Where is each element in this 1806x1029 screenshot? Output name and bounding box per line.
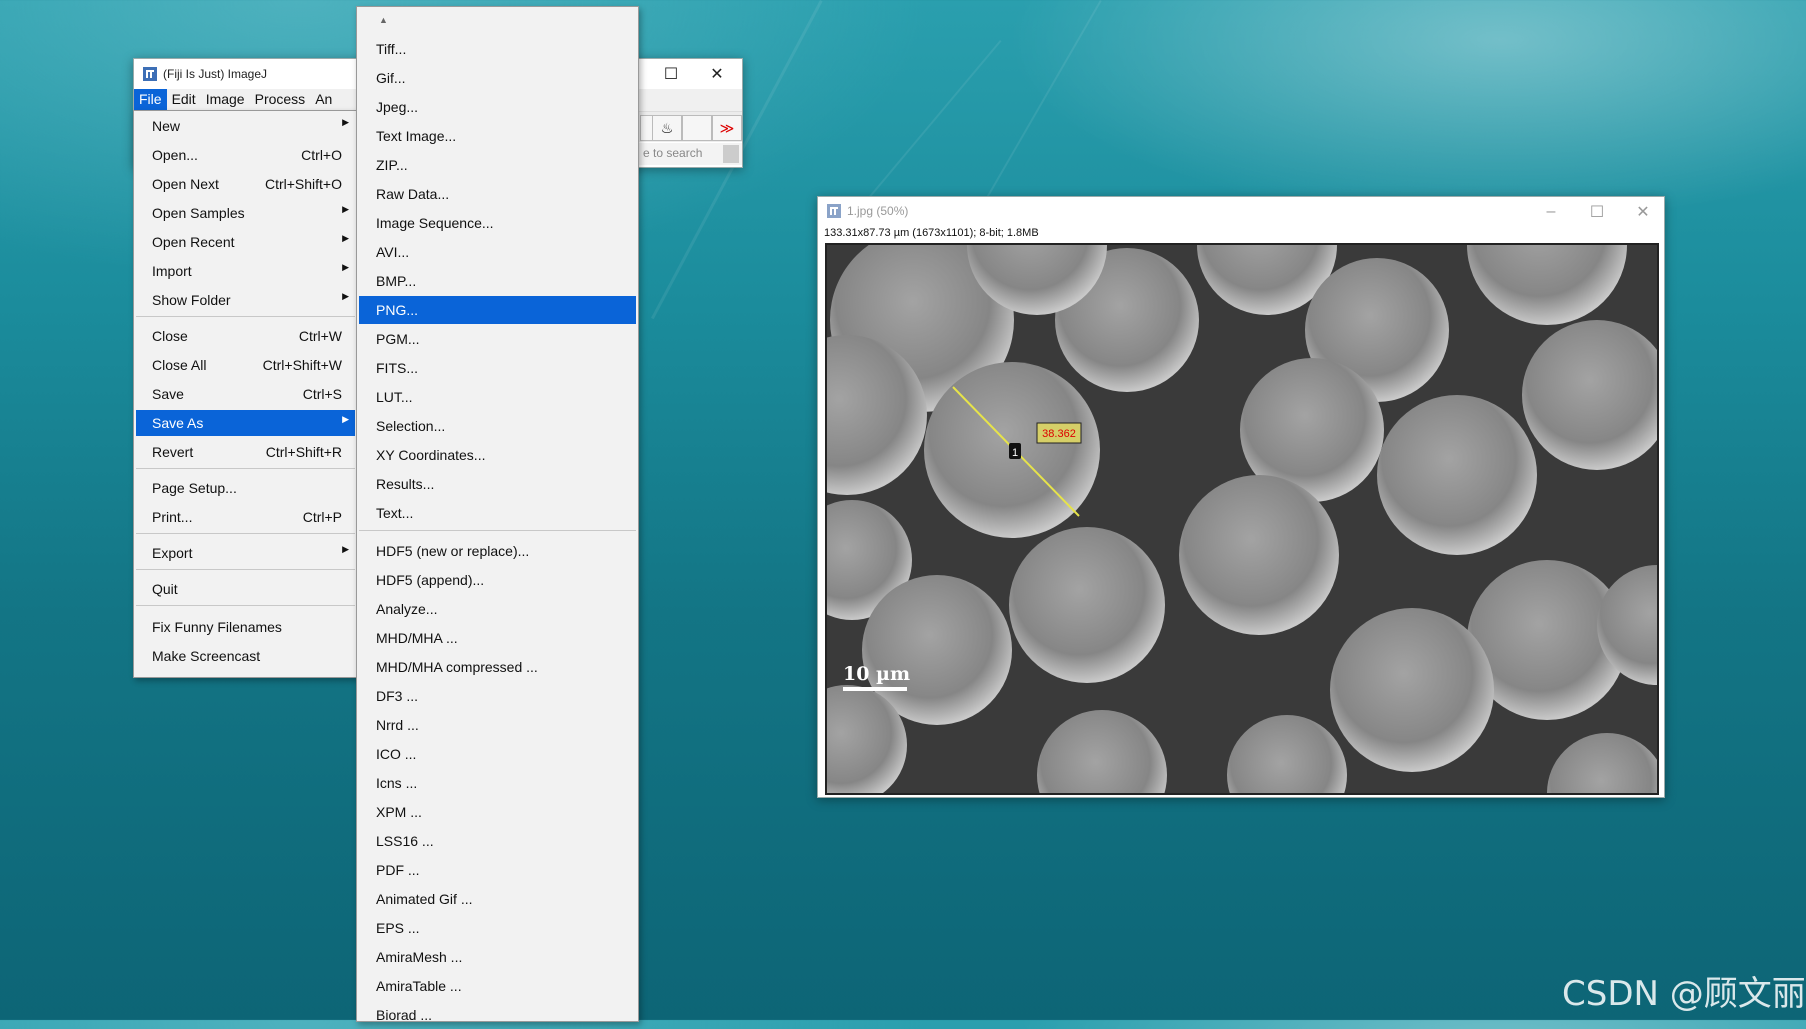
save-as-item[interactable]: Tiff... — [359, 35, 636, 63]
scroll-up-arrow-icon[interactable]: ▲ — [379, 15, 388, 25]
menu-item-save[interactable]: Save Ctrl+S — [136, 381, 355, 407]
menu-separator — [136, 569, 355, 570]
sem-image: 10 µm 1 38.362 — [827, 245, 1657, 793]
menu-separator — [136, 316, 355, 317]
menu-separator — [136, 468, 355, 469]
save-as-item[interactable]: XY Coordinates... — [359, 441, 636, 469]
save-as-item[interactable]: Icns ... — [359, 769, 636, 797]
submenu-arrow-icon: ▶ — [342, 117, 349, 127]
window-title: (Fiji Is Just) ImageJ — [163, 67, 268, 81]
save-as-item[interactable]: Analyze... — [359, 595, 636, 623]
save-as-item[interactable]: EPS ... — [359, 914, 636, 942]
save-as-item[interactable]: Results... — [359, 470, 636, 498]
scale-bar — [843, 687, 907, 691]
submenu-arrow-icon: ▶ — [342, 233, 349, 243]
save-as-item[interactable]: Image Sequence... — [359, 209, 636, 237]
save-as-item[interactable]: Gif... — [359, 64, 636, 92]
menu-edit[interactable]: Edit — [167, 89, 201, 111]
maximize-icon[interactable]: ☐ — [1574, 197, 1620, 227]
save-as-item[interactable]: ICO ... — [359, 740, 636, 768]
menu-item-new[interactable]: New ▶ — [136, 113, 355, 139]
save-as-item[interactable]: PGM... — [359, 325, 636, 353]
menu-item-print[interactable]: Print... Ctrl+P — [136, 504, 355, 530]
image-window-title: 1.jpg (50%) — [847, 204, 909, 218]
menu-item-open-next[interactable]: Open Next Ctrl+Shift+O — [136, 171, 355, 197]
save-as-item[interactable]: XPM ... — [359, 798, 636, 826]
submenu-arrow-icon: ▶ — [342, 544, 349, 554]
save-as-item[interactable]: BMP... — [359, 267, 636, 295]
menu-item-save-as[interactable]: Save As ▶ — [136, 410, 355, 436]
menu-analyze[interactable]: An — [310, 89, 337, 111]
menu-item-close-all[interactable]: Close All Ctrl+Shift+W — [136, 352, 355, 378]
image-info-line: 133.31x87.73 µm (1673x1101); 8-bit; 1.8M… — [824, 227, 1039, 239]
search-input[interactable]: e to search — [643, 146, 702, 160]
save-as-item[interactable]: HDF5 (append)... — [359, 566, 636, 594]
save-as-item[interactable]: Nrrd ... — [359, 711, 636, 739]
menu-item-import[interactable]: Import ▶ — [136, 258, 355, 284]
measurement-value: 38.362 — [1042, 428, 1076, 440]
save-as-item[interactable]: PDF ... — [359, 856, 636, 884]
save-as-item[interactable]: Biorad ... — [359, 1001, 636, 1029]
save-as-item[interactable]: AmiraTable ... — [359, 972, 636, 1000]
more-tools-icon[interactable]: ≫ — [712, 115, 742, 141]
save-as-item[interactable]: Selection... — [359, 412, 636, 440]
menu-process[interactable]: Process — [250, 89, 311, 111]
menu-item-open-recent[interactable]: Open Recent ▶ — [136, 229, 355, 255]
menu-item-show-folder[interactable]: Show Folder ▶ — [136, 287, 355, 313]
close-icon[interactable]: ✕ — [1620, 197, 1666, 227]
submenu-arrow-icon: ▶ — [342, 262, 349, 272]
line-label: 1 — [1012, 447, 1018, 459]
close-icon[interactable]: ✕ — [694, 59, 740, 89]
tool-empty-slot[interactable] — [682, 115, 712, 141]
save-as-item[interactable]: MHD/MHA compressed ... — [359, 653, 636, 681]
fiji-app-icon — [827, 204, 841, 218]
file-menu: New ▶ Open... Ctrl+O Open Next Ctrl+Shift+O… — [133, 110, 358, 678]
menu-item-open-samples[interactable]: Open Samples ▶ — [136, 200, 355, 226]
scale-bar-label: 10 µm — [843, 663, 910, 685]
save-as-item[interactable]: AVI... — [359, 238, 636, 266]
submenu-arrow-icon: ▶ — [342, 414, 349, 424]
save-as-item[interactable]: LSS16 ... — [359, 827, 636, 855]
menu-item-page-setup[interactable]: Page Setup... — [136, 475, 355, 501]
menu-separator — [359, 530, 636, 531]
menu-item-export[interactable]: Export ▶ — [136, 540, 355, 566]
image-canvas[interactable]: 10 µm 1 38.362 — [825, 243, 1659, 795]
save-as-item[interactable]: DF3 ... — [359, 682, 636, 710]
menu-item-revert[interactable]: Revert Ctrl+Shift+R — [136, 439, 355, 465]
menu-item-quit[interactable]: Quit — [136, 576, 355, 602]
save-as-item[interactable]: ZIP... — [359, 151, 636, 179]
submenu-arrow-icon: ▶ — [342, 291, 349, 301]
image-window: 1.jpg (50%) – ☐ ✕ 133.31x87.73 µm (1673x… — [817, 196, 1665, 798]
save-as-item[interactable]: Text Image... — [359, 122, 636, 150]
save-as-item[interactable]: Raw Data... — [359, 180, 636, 208]
menu-separator — [136, 605, 355, 606]
save-as-submenu: ▲ Tiff... Gif... Jpeg... Text Image... ZIP..… — [356, 6, 639, 1023]
save-as-item[interactable]: FITS... — [359, 354, 636, 382]
save-as-item[interactable]: HDF5 (new or replace)... — [359, 537, 636, 565]
menu-item-open[interactable]: Open... Ctrl+O — [136, 142, 355, 168]
dropper-tool-icon[interactable]: ♨ — [652, 115, 682, 141]
save-as-item[interactable]: PNG... — [359, 296, 636, 324]
save-as-item[interactable]: Text... — [359, 499, 636, 527]
save-as-item[interactable]: Animated Gif ... — [359, 885, 636, 913]
save-as-item[interactable]: AmiraMesh ... — [359, 943, 636, 971]
save-as-item[interactable]: MHD/MHA ... — [359, 624, 636, 652]
menu-separator — [136, 533, 355, 534]
menu-item-close[interactable]: Close Ctrl+W — [136, 323, 355, 349]
menu-image[interactable]: Image — [201, 89, 250, 111]
minimize-icon[interactable]: – — [1528, 197, 1574, 227]
save-as-item[interactable]: LUT... — [359, 383, 636, 411]
watermark-text: CSDN @顾文丽 — [1562, 974, 1806, 1014]
fiji-app-icon — [143, 67, 157, 81]
save-as-item[interactable]: Jpeg... — [359, 93, 636, 121]
maximize-icon[interactable]: ☐ — [648, 59, 694, 89]
menu-item-make-screencast[interactable]: Make Screencast — [136, 643, 355, 669]
submenu-arrow-icon: ▶ — [342, 204, 349, 214]
menu-file[interactable]: File — [134, 89, 167, 111]
menu-item-fix-funny-filenames[interactable]: Fix Funny Filenames — [136, 614, 355, 640]
search-options-button[interactable] — [723, 145, 739, 163]
